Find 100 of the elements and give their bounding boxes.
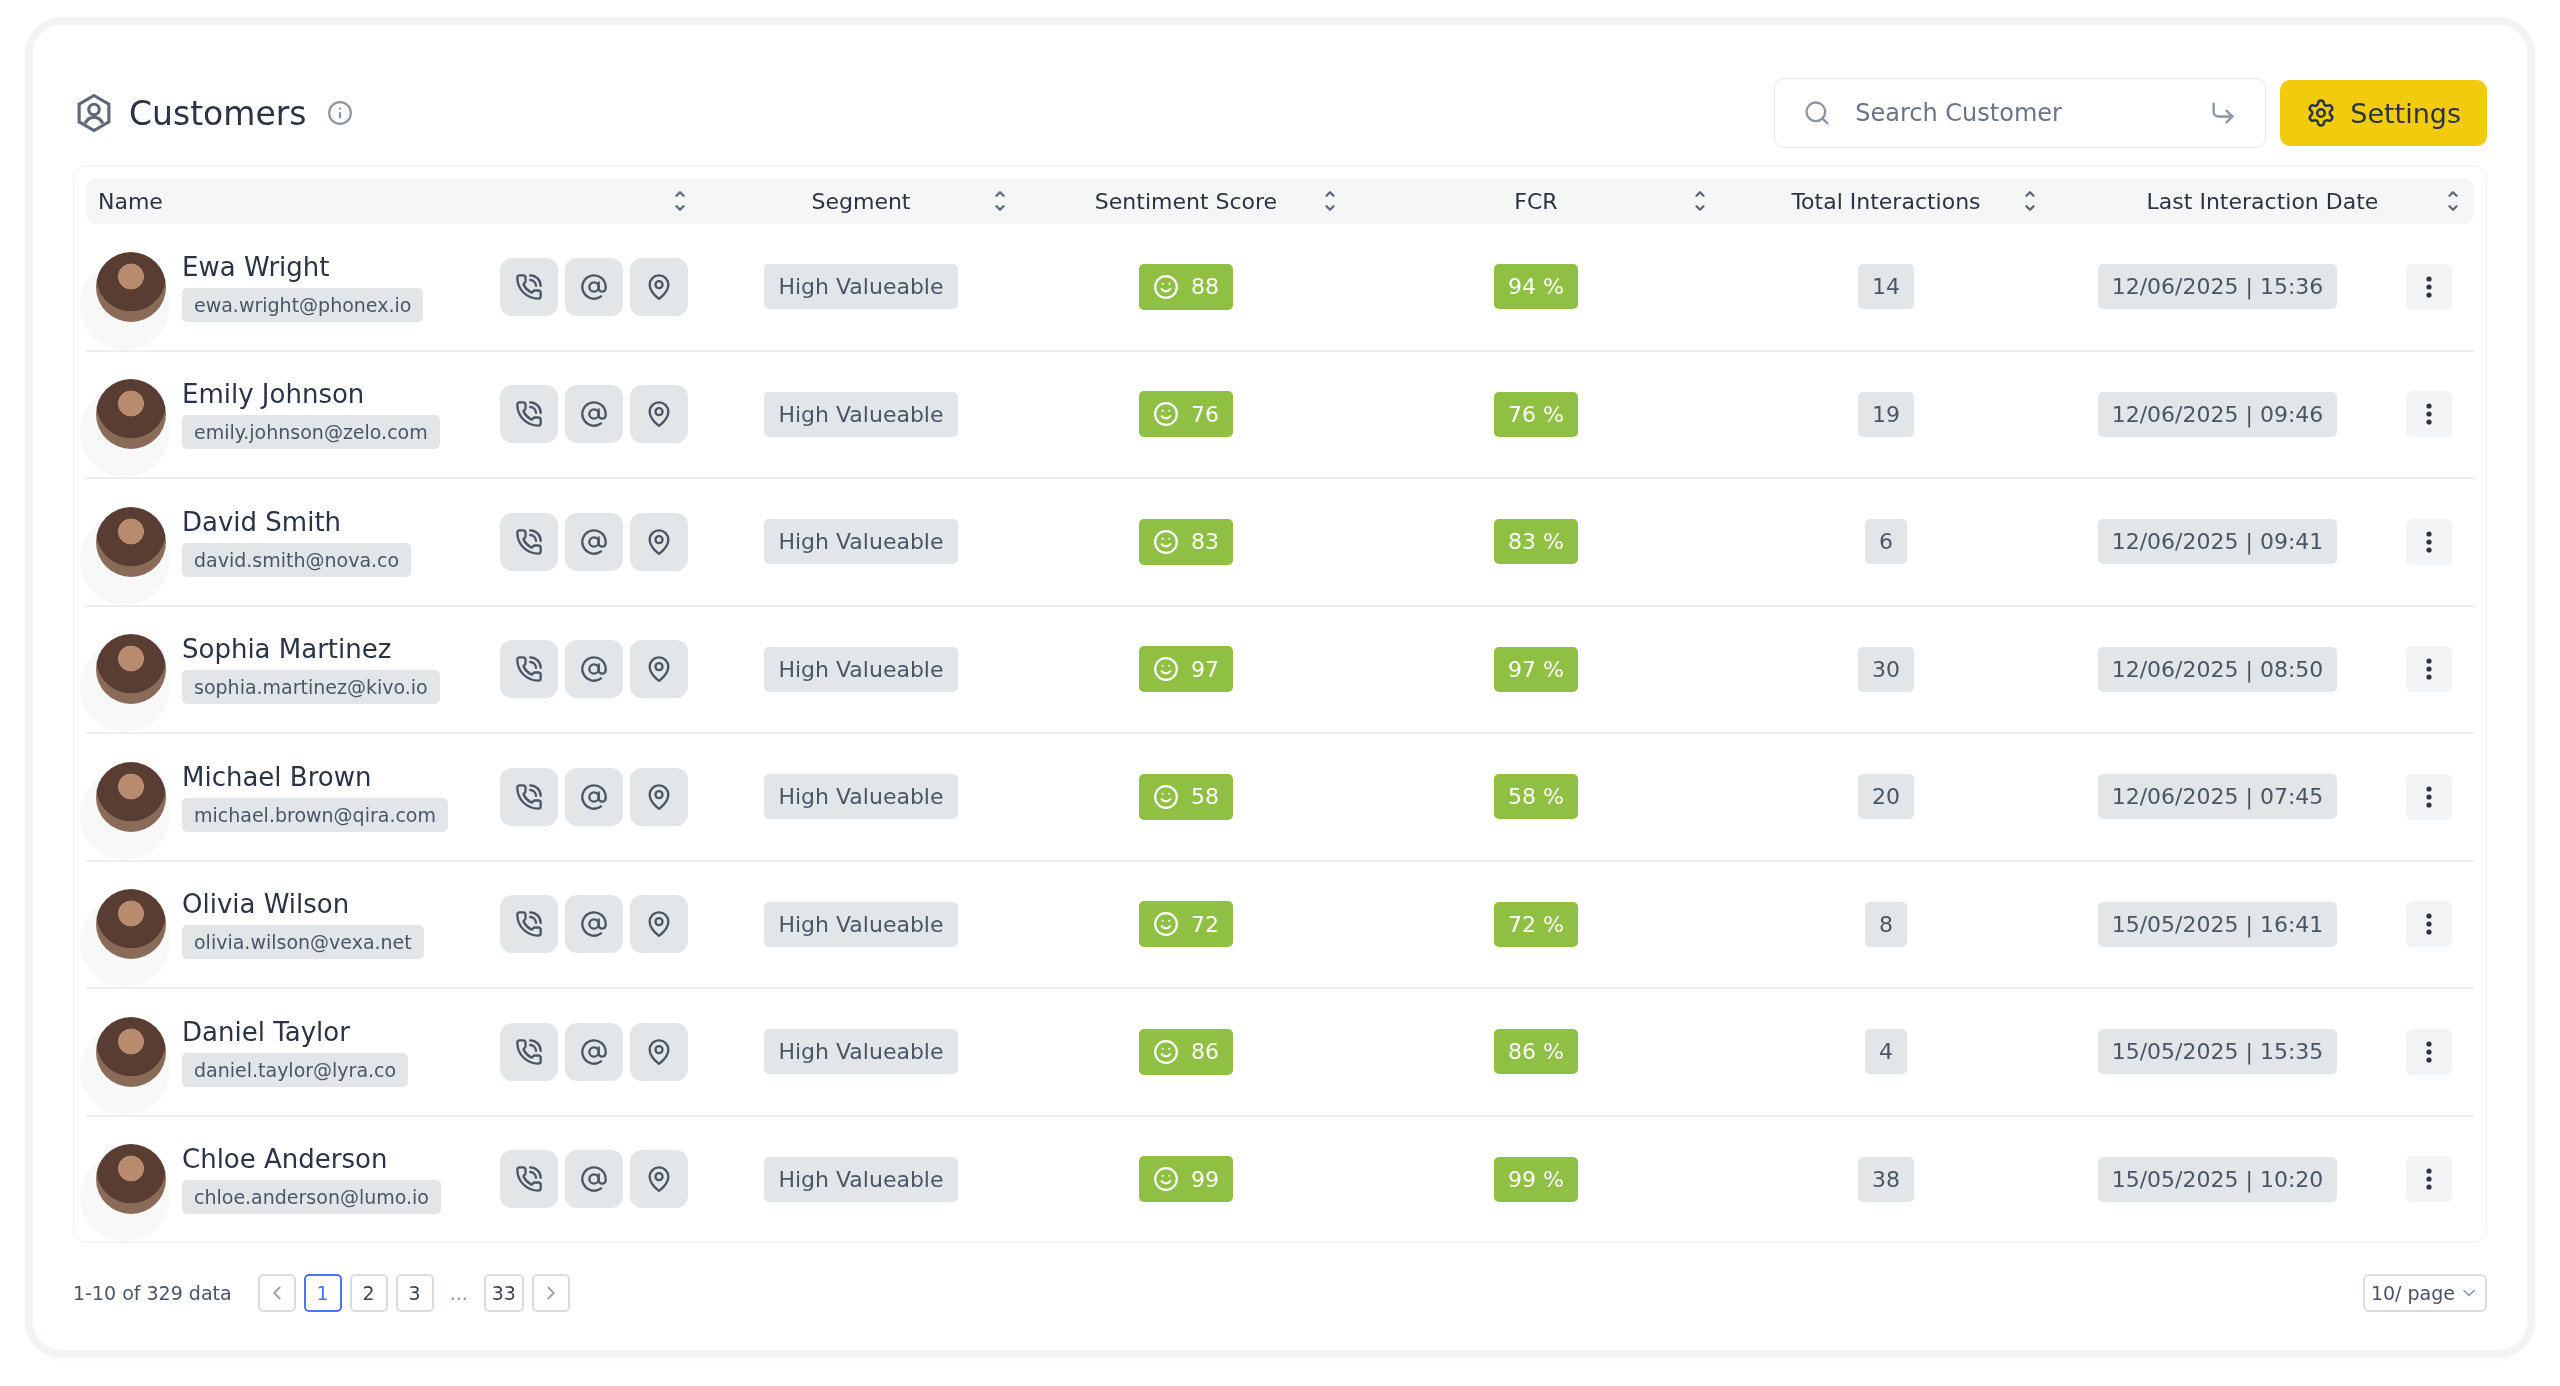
email-button[interactable] <box>565 512 623 571</box>
interaction-count: 19 <box>1858 391 1914 437</box>
phone-button[interactable] <box>500 640 558 699</box>
phone-button[interactable] <box>500 512 558 571</box>
more-menu-button[interactable] <box>2406 1028 2452 1075</box>
fcr-value: 99 % <box>1494 1156 1578 1202</box>
fcr-value: 83 % <box>1494 519 1578 565</box>
location-button[interactable] <box>630 385 688 444</box>
smiley-icon <box>1153 656 1179 683</box>
fcr-value: 94 % <box>1494 264 1578 310</box>
page-button[interactable]: 1 <box>303 1274 342 1312</box>
score-value: 72 <box>1191 911 1219 937</box>
interaction-count: 30 <box>1858 646 1914 692</box>
segment-tag: High Valueable <box>764 264 958 310</box>
customer-name: Michael Brown <box>182 761 372 792</box>
location-button[interactable] <box>630 767 688 826</box>
location-button[interactable] <box>630 895 688 954</box>
search-field[interactable]: Search Customer <box>1774 78 2267 148</box>
interaction-count: 14 <box>1858 264 1914 310</box>
at-sign-icon <box>580 400 608 429</box>
smiley-icon <box>1153 401 1179 428</box>
phone-icon <box>515 910 543 939</box>
more-menu-button[interactable] <box>2406 391 2452 438</box>
location-button[interactable] <box>630 1022 688 1081</box>
segment-tag: High Valueable <box>764 391 958 437</box>
phone-button[interactable] <box>500 767 558 826</box>
email-button[interactable] <box>565 895 623 954</box>
page-button[interactable]: 33 <box>483 1274 524 1312</box>
customer-email: sophia.martinez@kivo.io <box>182 670 440 705</box>
last-interaction-date: 15/05/2025 | 10:20 <box>2097 1156 2338 1202</box>
interaction-count: 20 <box>1858 774 1914 820</box>
column-header: Total Interactions <box>1791 188 1981 214</box>
score-value: 83 <box>1191 529 1219 555</box>
fcr-value: 97 % <box>1494 646 1578 692</box>
score-value: 97 <box>1191 656 1219 682</box>
more-menu-button[interactable] <box>2406 646 2452 693</box>
smiley-icon <box>1153 911 1179 938</box>
segment-tag: High Valueable <box>764 519 958 565</box>
location-button[interactable] <box>630 1150 688 1209</box>
customer-name: David Smith <box>182 506 342 537</box>
customer-name: Sophia Martinez <box>182 634 392 665</box>
last-interaction-date: 12/06/2025 | 09:41 <box>2097 519 2338 565</box>
email-button[interactable] <box>565 257 623 316</box>
column-header: Sentiment Score <box>1094 188 1278 214</box>
phone-button[interactable] <box>500 895 558 954</box>
interaction-count: 6 <box>1865 519 1907 565</box>
location-button[interactable] <box>630 257 688 316</box>
interaction-count: 38 <box>1858 1156 1914 1202</box>
more-icon <box>2426 913 2432 936</box>
score-value: 88 <box>1191 274 1219 300</box>
phone-button[interactable] <box>500 1150 558 1209</box>
phone-icon <box>515 1037 543 1066</box>
page-button[interactable]: 3 <box>395 1274 434 1312</box>
email-button[interactable] <box>565 767 623 826</box>
customer-email: emily.johnson@zelo.com <box>182 415 440 450</box>
email-button[interactable] <box>565 385 623 444</box>
email-button[interactable] <box>565 640 623 699</box>
search-icon <box>1803 99 1832 127</box>
column-header: FCR <box>1514 188 1558 214</box>
info-icon[interactable] <box>326 100 353 126</box>
more-menu-button[interactable] <box>2406 1156 2452 1203</box>
fcr-value: 72 % <box>1494 901 1578 947</box>
email-button[interactable] <box>565 1150 623 1209</box>
location-button[interactable] <box>630 640 688 699</box>
segment-tag: High Valueable <box>764 774 958 820</box>
phone-icon <box>515 782 543 811</box>
location-button[interactable] <box>630 512 688 571</box>
customer-email: ewa.wright@phonex.io <box>182 287 424 322</box>
more-menu-button[interactable] <box>2406 901 2452 948</box>
at-sign-icon <box>580 1037 608 1066</box>
phone-button[interactable] <box>500 1022 558 1081</box>
more-icon <box>2426 1168 2432 1191</box>
pagination-ellipsis: ... <box>449 1282 468 1304</box>
page-button[interactable]: 2 <box>349 1274 388 1312</box>
phone-button[interactable] <box>500 385 558 444</box>
column-header: Last Interaction Date <box>2146 188 2379 214</box>
last-interaction-date: 12/06/2025 | 15:36 <box>2097 264 2338 310</box>
customer-email: daniel.taylor@lyra.co <box>182 1052 409 1087</box>
customer-email: chloe.anderson@lumo.io <box>182 1180 441 1215</box>
segment-tag: High Valueable <box>764 1029 958 1075</box>
phone-button[interactable] <box>500 257 558 316</box>
fcr-value: 76 % <box>1494 391 1578 437</box>
column-header: Name <box>98 188 163 214</box>
more-icon <box>2426 530 2432 553</box>
more-icon <box>2426 275 2432 298</box>
score-value: 76 <box>1191 401 1219 427</box>
column-header: Segment <box>811 188 911 214</box>
customer-email: michael.brown@qira.com <box>182 797 448 832</box>
email-button[interactable] <box>565 1022 623 1081</box>
at-sign-icon <box>580 910 608 939</box>
phone-icon <box>515 655 543 684</box>
page-size-select[interactable]: 10/ page <box>2362 1274 2487 1312</box>
smiley-icon <box>1153 783 1179 810</box>
settings-button[interactable]: Settings <box>2280 80 2487 146</box>
last-interaction-date: 15/05/2025 | 15:35 <box>2097 1029 2338 1075</box>
last-interaction-date: 12/06/2025 | 09:46 <box>2097 391 2338 437</box>
at-sign-icon <box>580 782 608 811</box>
more-menu-button[interactable] <box>2406 773 2452 820</box>
more-menu-button[interactable] <box>2406 263 2452 310</box>
more-menu-button[interactable] <box>2406 518 2452 565</box>
